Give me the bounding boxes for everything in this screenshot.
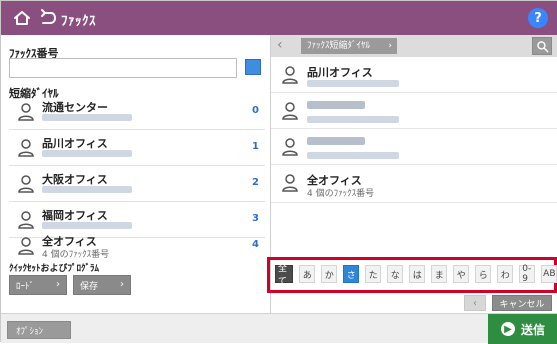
speed-dial-index: 0	[252, 105, 259, 116]
chevron-right-icon: ›	[120, 279, 124, 290]
kana-filter-ta[interactable]: た	[365, 265, 382, 283]
person-icon	[18, 139, 34, 157]
kana-filter-0-9[interactable]: 0-9	[519, 264, 536, 284]
contact-name: 流通センター	[42, 101, 108, 114]
contact-name-redacted	[307, 137, 365, 145]
speed-dial-item-4[interactable]: 全オフィス 4 個のﾌｧｯｸｽ番号 4	[9, 231, 265, 261]
load-button[interactable]: ﾛｰﾄﾞ ›	[9, 275, 67, 295]
kana-filter-wa[interactable]: わ	[497, 265, 514, 283]
breadcrumb-label: ﾌｧｯｸｽ短縮ﾀﾞｲﾔﾙ	[307, 41, 371, 51]
options-button[interactable]: ｵﾌﾟｼｮﾝ	[7, 321, 71, 339]
back-icon[interactable]	[37, 7, 59, 29]
send-button-label: 送信	[520, 322, 545, 337]
app-header: ﾌｧｯｸｽ ?	[1, 1, 557, 35]
send-button[interactable]: ▶ 送信	[488, 314, 557, 344]
kana-filter-all[interactable]: 全て	[275, 264, 294, 287]
kana-filter-na[interactable]: な	[387, 265, 404, 283]
speed-dial-index: 1	[252, 141, 259, 152]
divider	[9, 201, 265, 202]
kana-filter-ab[interactable]: AB	[541, 265, 557, 283]
divider	[9, 129, 265, 130]
person-icon	[18, 175, 34, 193]
search-button[interactable]	[532, 37, 552, 55]
speed-dial-item-redacted-2[interactable]	[271, 129, 557, 165]
speed-dial-index: 2	[252, 177, 259, 188]
search-icon	[537, 41, 549, 53]
contact-number-redacted	[307, 116, 399, 123]
speed-dial-item-1[interactable]: 品川オフィス 1	[9, 133, 265, 163]
scroll-left-button[interactable]: ‹	[464, 295, 486, 311]
person-icon	[282, 138, 298, 156]
kana-filter-ka[interactable]: か	[321, 265, 338, 283]
speed-dial-item-redacted-1[interactable]	[271, 93, 557, 129]
fax-number-keypad-button[interactable]	[245, 59, 261, 75]
contact-number-redacted	[42, 186, 132, 193]
contact-name: 品川オフィス	[42, 137, 108, 150]
help-icon[interactable]: ?	[528, 8, 548, 28]
person-icon	[282, 66, 298, 84]
chevron-right-icon: ›	[56, 279, 60, 290]
chevron-left-icon[interactable]: ‹	[277, 37, 295, 55]
contact-subtitle: 4 個のﾌｧｯｸｽ番号	[42, 250, 110, 260]
kana-filter-ya[interactable]: や	[453, 265, 470, 283]
left-panel: ﾌｧｯｸｽ番号 短縮ﾀﾞｲﾔﾙ 流通センター 0 品川オフィス 1 大阪オフィス…	[1, 35, 271, 313]
person-icon	[282, 174, 298, 192]
bottom-bar: ｵﾌﾟｼｮﾝ ▶ 送信	[1, 313, 557, 344]
person-icon	[282, 102, 298, 120]
send-icon: ▶	[500, 322, 515, 336]
contact-name: 品川オフィス	[307, 66, 373, 79]
quick-setup-label: ｸｲｯｸｾｯﾄおよびﾌﾟﾛｸﾞﾗﾑ	[9, 264, 100, 274]
contact-name: 大阪オフィス	[42, 173, 108, 186]
speed-dial-item-2[interactable]: 大阪オフィス 2	[9, 169, 265, 199]
fax-screen: ﾌｧｯｸｽ ? ﾌｧｯｸｽ番号 短縮ﾀﾞｲﾔﾙ 流通センター 0 品川オフィス …	[0, 0, 557, 344]
kana-filter-ra[interactable]: ら	[475, 265, 492, 283]
cancel-button[interactable]: キャンセル	[492, 295, 552, 311]
person-icon	[18, 237, 34, 255]
kana-filter-bar: 全て あ か さ た な は ま や ら わ 0-9 AB	[275, 264, 557, 287]
contact-number-redacted	[307, 80, 399, 87]
home-icon[interactable]	[11, 7, 33, 29]
kana-filter-sa[interactable]: さ	[343, 265, 360, 283]
speed-dial-item-shinagawa[interactable]: 品川オフィス	[271, 57, 557, 93]
speed-dial-item-all-offices[interactable]: 全オフィス 4 個のﾌｧｯｸｽ番号	[271, 165, 557, 203]
contact-name: 福岡オフィス	[42, 209, 108, 222]
kana-filter-ha[interactable]: は	[409, 265, 426, 283]
fax-number-input[interactable]	[9, 58, 237, 78]
contact-number-redacted	[42, 114, 132, 121]
load-button-label: ﾛｰﾄﾞ	[16, 281, 35, 292]
right-topbar: ‹ ﾌｧｯｸｽ短縮ﾀﾞｲﾔﾙ ›	[271, 35, 557, 57]
speed-dial-index: 3	[252, 213, 259, 224]
contact-number-redacted	[42, 222, 132, 229]
speed-dial-index: 4	[252, 239, 259, 250]
kana-filter-ma[interactable]: ま	[431, 265, 448, 283]
kana-filter-a[interactable]: あ	[299, 265, 316, 283]
save-button-label: 保存	[80, 281, 99, 292]
contact-name-redacted	[307, 101, 365, 109]
page-title: ﾌｧｯｸｽ	[61, 14, 96, 29]
save-button[interactable]: 保存 ›	[73, 275, 131, 295]
contact-number-redacted	[307, 152, 399, 159]
person-icon	[18, 211, 34, 229]
person-icon	[18, 103, 34, 121]
chevron-right-icon: ›	[388, 41, 392, 51]
contact-number-redacted	[42, 150, 132, 157]
speed-dial-item-0[interactable]: 流通センター 0	[9, 97, 265, 127]
contact-subtitle: 4 個のﾌｧｯｸｽ番号	[307, 189, 375, 199]
divider	[9, 165, 265, 166]
breadcrumb[interactable]: ﾌｧｯｸｽ短縮ﾀﾞｲﾔﾙ ›	[301, 38, 397, 54]
